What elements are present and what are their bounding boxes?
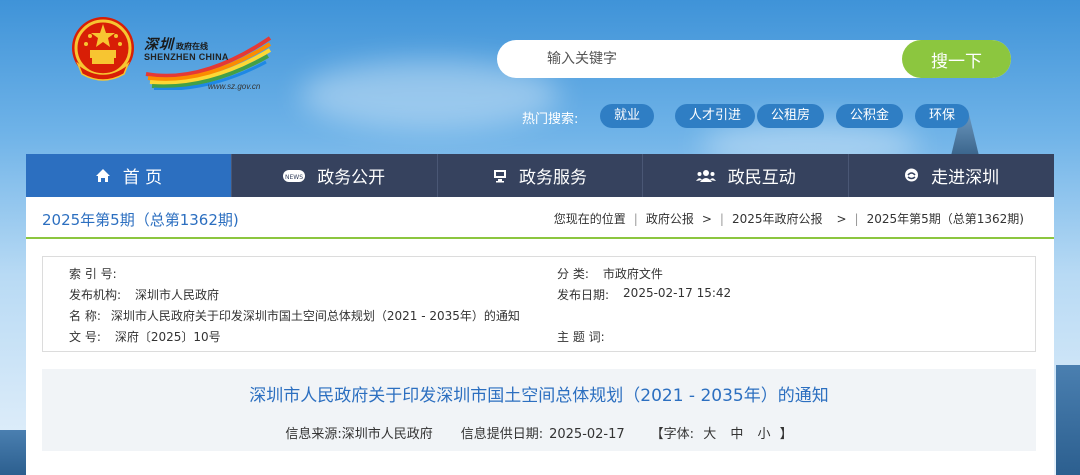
nav-label: 首 页 [122,168,163,188]
hot-tag-employment[interactable]: 就业 [600,104,655,128]
info-document-number: 文 号: 深府〔2025〕10号 [69,328,221,345]
article-source: 信息来源:深圳市人民政府 [285,423,432,442]
hot-tag-housing-fund[interactable]: 公积金 [836,104,904,128]
info-index: 索 引 号: [69,265,131,282]
source-value: 深圳市人民政府 [341,427,433,442]
breadcrumb-bar: 2025年第5期（总第1362期) 您现在的位置 | 政府公报 > | 2025… [26,197,1054,239]
home-icon [95,168,111,183]
publisher-label: 发布机构: [69,288,122,302]
docno-value: 深府〔2025〕10号 [114,330,221,344]
breadcrumb-divider: | [633,211,638,226]
brand-name-en: SHENZHEN CHINA [144,52,229,62]
chat-bubble-icon [904,168,919,183]
info-name: 名 称: 深圳市人民政府关于印发深圳市国土空间总体规划（2021 - 2035年… [69,307,520,324]
nav-government-affairs[interactable]: NEWS 政务公开 [232,154,438,197]
issue-title: 2025年第5期（总第1362期) [42,211,239,229]
breadcrumb: 您现在的位置 | 政府公报 > | 2025年政府公报 > | 2025年第5期… [554,210,1024,227]
font-size-large-button[interactable]: 大 [703,427,716,442]
info-publisher: 发布机构: 深圳市人民政府 [69,286,219,303]
breadcrumb-divider: | [719,211,724,226]
people-icon [695,169,716,183]
article-title: 深圳市人民政府关于印发深圳市国土空间总体规划（2021 - 2035年）的通知 [249,386,829,406]
brand-name-cn: 深圳 政府在线 [144,37,208,53]
date-value: 2025-02-17 [549,427,625,442]
hot-tag-public-housing[interactable]: 公租房 [757,104,825,128]
main-nav: 首 页 NEWS 政务公开 政务服务 政民互动 走进深圳 [26,154,1054,197]
breadcrumb-link-2025-gazette[interactable]: 2025年政府公报 [732,210,823,227]
nav-label: 政务公开 [317,168,386,188]
keywords-label: 主 题 词: [557,330,605,344]
document-info-box: 索 引 号: 分 类: 市政府文件 发布机构: 深圳市人民政府 发布日期: 20… [42,256,1036,352]
skyline-building [0,430,26,475]
name-label: 名 称: [69,309,101,323]
skyline-building [1056,365,1080,475]
publisher-value: 深圳市人民政府 [135,288,220,302]
breadcrumb-divider: | [854,211,859,226]
date-label: 信息提供日期: [460,427,544,442]
breadcrumb-link-gazette[interactable]: 政府公报 [646,210,694,227]
national-emblem-icon [72,17,134,81]
category-label: 分 类: [557,267,589,281]
font-size-small-button[interactable]: 小 [758,427,771,442]
font-size-control: 【字体: 大 中 小 】 [651,423,793,442]
hot-tag-environment[interactable]: 环保 [915,104,970,128]
article-date: 信息提供日期: 2025-02-17 [461,423,625,442]
brand-url: www.sz.gov.cn [208,82,261,91]
font-size-label: 【字体: [650,427,695,442]
search-button[interactable]: 搜一下 [902,40,1011,78]
monitor-icon [493,169,507,183]
article-meta: 信息来源:深圳市人民政府 信息提供日期: 2025-02-17 【字体: 大 中 … [42,423,1036,442]
pubdate-label: 发布日期: [557,288,610,302]
svg-text:NEWS: NEWS [285,174,303,181]
info-category: 分 类: 市政府文件 [557,265,663,282]
source-label: 信息来源: [285,427,342,442]
pubdate-value: 2025-02-17 15:42 [623,286,732,300]
breadcrumb-current-issue[interactable]: 2025年第5期（总第1362期) [867,210,1024,227]
nav-home[interactable]: 首 页 [26,154,232,197]
info-keywords: 主 题 词: [557,328,619,345]
news-icon: NEWS [283,169,306,183]
site-logo[interactable]: 深圳 政府在线 SHENZHEN CHINA www.sz.gov.cn [68,12,278,92]
hot-tag-talent[interactable]: 人才引进 [675,104,756,128]
nav-about-shenzhen[interactable]: 走进深圳 [849,154,1054,197]
nav-label: 政务服务 [518,168,587,188]
index-label: 索 引 号: [69,267,117,281]
category-value: 市政府文件 [602,267,663,281]
info-publish-date: 发布日期: 2025-02-17 15:42 [557,286,731,303]
breadcrumb-arrow: > [701,211,712,226]
search-input[interactable] [497,40,917,78]
nav-government-services[interactable]: 政务服务 [438,154,644,197]
nav-public-interaction[interactable]: 政民互动 [643,154,850,197]
nav-label: 政民互动 [727,168,796,188]
name-value: 深圳市人民政府关于印发深圳市国土空间总体规划（2021 - 2035年）的通知 [110,309,520,323]
search-box: 搜一下 [497,40,1011,78]
breadcrumb-location-label: 您现在的位置 [553,212,626,226]
hot-search-label: 热门搜索: [522,112,579,127]
docno-label: 文 号: [69,330,101,344]
breadcrumb-arrow: > [836,211,847,226]
content-panel: 索 引 号: 分 类: 市政府文件 发布机构: 深圳市人民政府 发布日期: 20… [26,239,1054,475]
font-size-medium-button[interactable]: 中 [730,427,743,442]
article-header: 深圳市人民政府关于印发深圳市国土空间总体规划（2021 - 2035年）的通知 … [42,369,1036,451]
font-size-bracket: 】 [779,427,793,442]
nav-label: 走进深圳 [931,168,1000,188]
